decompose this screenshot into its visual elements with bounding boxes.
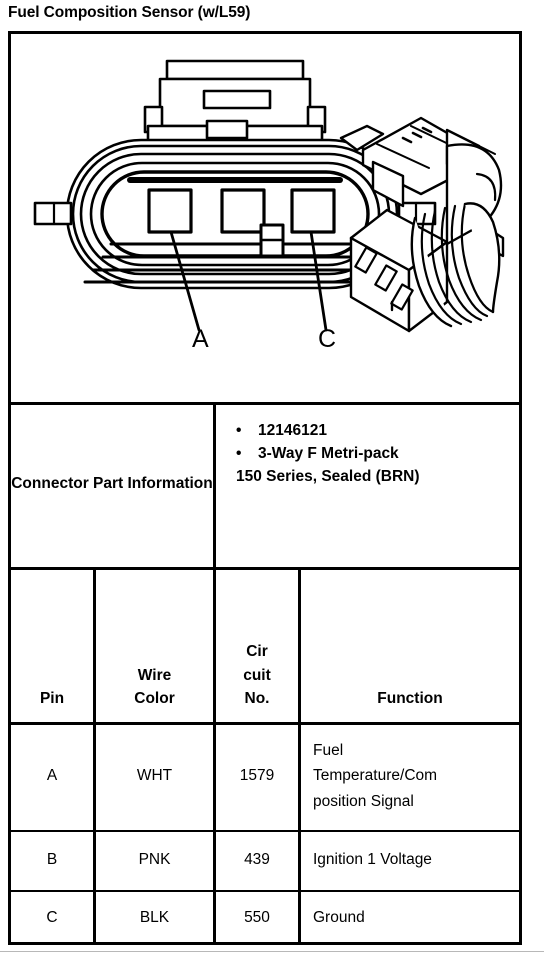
cell-wire-color: PNK — [138, 851, 171, 869]
callout-label-c: C — [318, 325, 336, 353]
connector-part-information-body: • 12146121 • 3-Way F Metri-pack 150 Seri… — [216, 402, 519, 567]
cell-pin: C — [46, 908, 58, 926]
cell-function-line1: Fuel — [313, 742, 344, 760]
callout-label-a: A — [192, 325, 209, 353]
cell-function: Ground — [313, 908, 365, 926]
bullet-icon: • — [236, 422, 242, 439]
cell-function: Ignition 1 Voltage — [313, 851, 432, 869]
connector-part-number: 12146121 — [258, 422, 327, 439]
table-header-wire-color-text: Wire Color — [134, 664, 174, 711]
page-separator — [0, 951, 544, 952]
table-row: Fuel Temperature/Com position Signal — [301, 722, 519, 830]
table-header-circuit-no: Cir cuit No. — [216, 567, 298, 722]
table-header-circuit-no-text: Cir cuit No. — [243, 640, 271, 711]
connector-part-series: 150 Series, Sealed (BRN) — [236, 467, 420, 485]
terminal-cavity-c — [290, 188, 336, 234]
table-row: 550 — [216, 890, 298, 945]
cell-wire-color: WHT — [136, 767, 173, 785]
connector-part-information-label: Connector Part Information — [11, 402, 213, 567]
cell-function: Fuel Temperature/Com position Signal — [313, 738, 437, 813]
table-header-wire-color: Wire Color — [96, 567, 213, 722]
cell-circuit-no: 1579 — [239, 767, 275, 785]
cell-function-line2: Temperature/Com — [313, 767, 438, 785]
cell-circuit-no: 439 — [244, 851, 270, 869]
cell-pin: A — [46, 767, 58, 785]
connector-part-bullet-item: • 12146121 — [236, 420, 519, 443]
connector-diagram: A C — [11, 34, 519, 402]
table-row: Ground — [301, 890, 519, 945]
table-row: BLK — [96, 890, 213, 945]
cell-circuit-no: 550 — [244, 908, 270, 926]
table-row: PNK — [96, 830, 213, 890]
table-header-circuit-no-line3: No. — [244, 690, 270, 708]
table-header-function: Function — [301, 567, 519, 722]
cell-wire-color: BLK — [139, 908, 170, 926]
cell-pin: B — [46, 851, 58, 869]
connector-part-information-label-text: Connector Part Information — [11, 475, 213, 493]
connector-diagram-svg: A C — [33, 59, 505, 353]
table-row: Ignition 1 Voltage — [301, 830, 519, 890]
terminal-cavity-a — [147, 188, 193, 234]
table-header-wire-color-line1: Wire — [137, 666, 172, 684]
terminal-cavity-b — [220, 188, 266, 234]
table-header-circuit-no-line1: Cir — [246, 643, 268, 661]
page-title: Fuel Composition Sensor (w/L59) — [8, 4, 251, 21]
table-row: A — [11, 722, 93, 830]
table-header-function-text: Function — [377, 690, 443, 708]
table-row: 1579 — [216, 722, 298, 830]
cell-function-line3: position Signal — [313, 792, 414, 810]
connector-part-type: 3-Way F Metri-pack — [258, 444, 399, 462]
connector-info-table: A C Connector Part Information • 1214612… — [8, 31, 522, 945]
table-row: B — [11, 830, 93, 890]
table-row: WHT — [96, 722, 213, 830]
bullet-icon: • — [236, 444, 242, 462]
table-row: C — [11, 890, 93, 945]
table-header-pin: Pin — [11, 567, 93, 722]
table-header-wire-color-line2: Color — [134, 690, 175, 708]
connector-part-bullet-item: • 3-Way F Metri-pack — [236, 443, 519, 466]
table-row: 439 — [216, 830, 298, 890]
table-header-pin-text: Pin — [39, 690, 65, 708]
table-header-circuit-no-line2: cuit — [243, 666, 271, 684]
